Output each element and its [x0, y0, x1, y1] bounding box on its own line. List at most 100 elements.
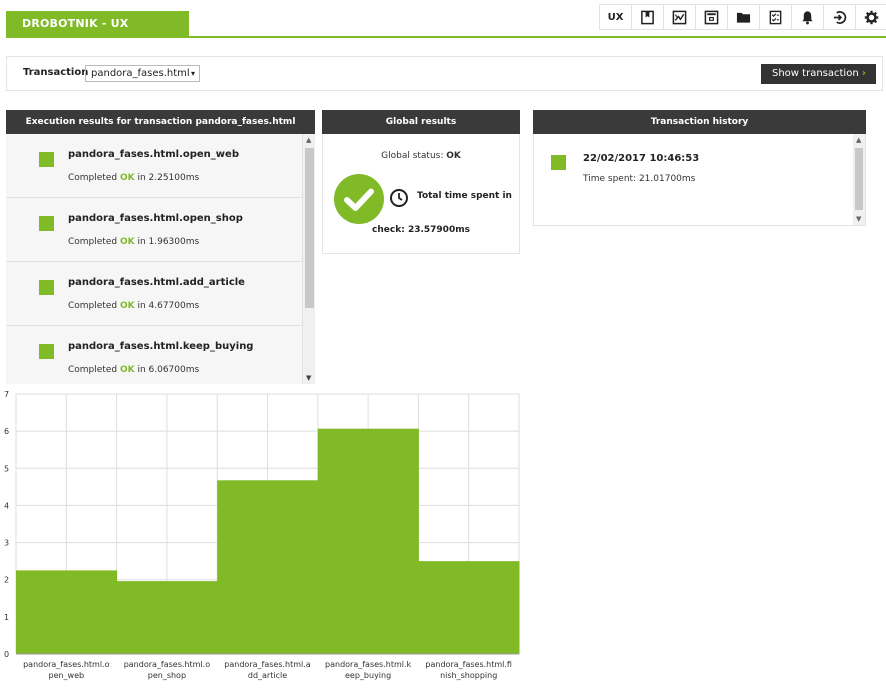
step-result-suffix: in 1.96300ms: [134, 237, 200, 247]
list-item: pandora_fases.html.add_article Completed…: [6, 262, 302, 326]
chart-icon: [672, 10, 687, 24]
scroll-down-icon[interactable]: ▼: [306, 374, 311, 382]
chart-bar: [317, 428, 419, 654]
step-status: OK: [119, 365, 135, 375]
execution-time-chart: 0 1 2 3 4 5 6 7 pandora_fases.html.o pen_web pando…: [0, 386, 530, 691]
transaction-select-value: pandora_fases.html: [91, 68, 190, 79]
transaction-select[interactable]: pandora_fases.html ▾: [85, 65, 200, 82]
x-tick-label: eep_buying: [345, 671, 391, 680]
x-tick-label: pen_shop: [148, 671, 186, 680]
show-transaction-label: Show transaction: [772, 68, 859, 79]
x-tick-label: nish_shopping: [440, 671, 497, 680]
notifications-button[interactable]: [791, 4, 823, 30]
y-tick-label: 3: [4, 539, 9, 548]
step-result-suffix: in 4.67700ms: [134, 301, 200, 311]
scroll-up-icon[interactable]: ▲: [306, 136, 311, 144]
execution-results-list: pandora_fases.html.open_web Completed OK…: [6, 134, 315, 384]
step-result-suffix: in 2.25100ms: [134, 173, 200, 183]
chart-bar: [217, 480, 319, 654]
y-tick-label: 7: [4, 390, 9, 399]
scrollbar-thumb[interactable]: [305, 148, 314, 308]
chart-svg: 0 1 2 3 4 5 6 7 pandora_fases.html.o pen_web pando…: [4, 390, 520, 680]
step-result: Completed OK in 1.96300ms: [68, 237, 199, 247]
logout-button[interactable]: [823, 4, 855, 30]
step-result-suffix: in 6.06700ms: [134, 365, 200, 375]
bookmark-button[interactable]: [631, 4, 663, 30]
step-name: pandora_fases.html.add_article: [68, 277, 245, 288]
step-result: Completed OK in 6.06700ms: [68, 365, 199, 375]
transaction-bar: Transaction pandora_fases.html ▾ Show tr…: [6, 56, 883, 91]
step-result-prefix: Completed: [68, 365, 120, 375]
scrollbar-thumb[interactable]: [855, 148, 863, 210]
y-tick-label: 6: [4, 427, 9, 436]
app-title[interactable]: DROBOTNIK - UX CONSOLE: [6, 11, 189, 56]
folder-button[interactable]: [727, 4, 759, 30]
list-item: pandora_fases.html.open_web Completed OK…: [6, 134, 302, 198]
clock-icon: [390, 189, 408, 207]
history-scrollbar[interactable]: ▲ ▼: [853, 134, 865, 225]
archive-button[interactable]: [695, 4, 727, 30]
chart-bar: [418, 561, 520, 654]
chevron-right-icon: ›: [861, 68, 866, 79]
checklist-button[interactable]: [759, 4, 791, 30]
check-circle-icon: [334, 174, 384, 224]
transaction-label: Transaction: [23, 67, 89, 78]
execution-results-panel: Execution results for transaction pandor…: [6, 110, 315, 384]
chart-button[interactable]: [663, 4, 695, 30]
x-tick-label: pandora_fases.html.o: [124, 660, 211, 669]
y-tick-label: 2: [4, 576, 9, 585]
status-ok-square: [39, 344, 54, 359]
gear-icon: [864, 10, 878, 24]
global-results-panel: Global results Global status: OK Total t…: [322, 110, 520, 254]
step-result: Completed OK in 2.25100ms: [68, 173, 199, 183]
list-item: pandora_fases.html.open_shop Completed O…: [6, 198, 302, 262]
global-status-value: OK: [446, 151, 461, 161]
step-status: OK: [119, 237, 135, 247]
global-status: Global status: OK: [323, 151, 519, 161]
x-tick-label: pandora_fases.html.k: [325, 660, 412, 669]
x-tick-label: dd_article: [248, 671, 287, 680]
settings-button[interactable]: [855, 4, 886, 30]
step-result-prefix: Completed: [68, 237, 120, 247]
y-tick-label: 1: [4, 613, 9, 622]
total-time-label: Total time spent in: [417, 191, 512, 201]
transaction-history-list: 22/02/2017 10:46:53 Time spent: 21.01700…: [534, 134, 865, 225]
chart-bar: [16, 570, 118, 654]
step-result: Completed OK in 4.67700ms: [68, 301, 199, 311]
bell-icon: [802, 10, 813, 24]
ux-button[interactable]: UX: [599, 4, 631, 30]
archive-icon: [704, 10, 719, 24]
checklist-icon: [769, 10, 782, 24]
step-name: pandora_fases.html.open_shop: [68, 213, 243, 224]
folder-icon: [736, 12, 751, 23]
y-tick-label: 0: [4, 650, 9, 659]
chevron-down-icon: ▾: [190, 69, 195, 78]
app-header: DROBOTNIK - UX CONSOLE UX: [0, 0, 886, 56]
step-status: OK: [119, 173, 135, 183]
history-time-spent: Time spent: 21.01700ms: [583, 174, 696, 184]
scroll-up-icon[interactable]: ▲: [856, 136, 861, 144]
top-toolbar: UX: [599, 4, 886, 30]
logout-icon: [833, 10, 847, 24]
y-tick-label: 4: [4, 501, 9, 510]
list-item: pandora_fases.html.keep_buying Completed…: [6, 326, 302, 384]
step-name: pandora_fases.html.open_web: [68, 149, 239, 160]
history-date: 22/02/2017 10:46:53: [583, 153, 700, 164]
status-ok-square: [39, 216, 54, 231]
x-tick-label: pandora_fases.html.fi: [425, 660, 512, 669]
transaction-history-title: Transaction history: [533, 110, 866, 134]
step-result-prefix: Completed: [68, 301, 120, 311]
status-ok-square: [551, 155, 566, 170]
show-transaction-button[interactable]: Show transaction ›: [761, 64, 876, 84]
x-tick-label: pandora_fases.html.a: [224, 660, 311, 669]
global-results-title: Global results: [322, 110, 520, 134]
execution-results-title: Execution results for transaction pandor…: [6, 110, 315, 134]
execution-scrollbar[interactable]: ▲ ▼: [302, 134, 315, 384]
step-result-prefix: Completed: [68, 173, 120, 183]
status-ok-square: [39, 280, 54, 295]
header-divider: [6, 36, 886, 38]
scroll-down-icon[interactable]: ▼: [856, 215, 861, 223]
x-tick-label: pen_web: [48, 671, 84, 680]
chart-bar: [116, 581, 218, 654]
y-tick-label: 5: [4, 464, 9, 473]
